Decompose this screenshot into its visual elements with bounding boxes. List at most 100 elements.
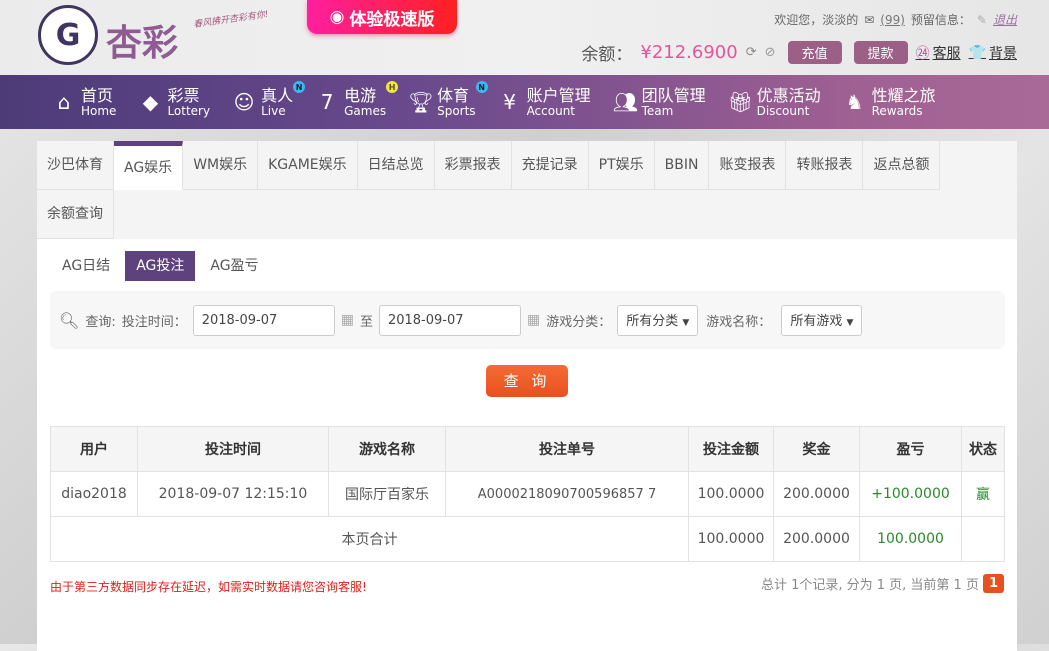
page-1-button[interactable]: 1 [982, 574, 1004, 593]
tab-2[interactable]: WM娱乐 [183, 141, 259, 190]
column-header: 盈亏 [859, 426, 962, 472]
bet-time-label: 投注时间： [121, 314, 187, 330]
header: G 杏彩 春风拂开杏彩有你! ◉ 体验极速版 欢迎您，淡淡的 ✉ (99) 预留信… [0, 0, 1049, 75]
tab-3[interactable]: KGAME娱乐 [258, 141, 358, 190]
total-status [961, 516, 1005, 562]
category-select[interactable]: 所有分类 ▼ [617, 304, 699, 336]
pager-summary: 总计 1个记录, 分为 1 页, 当前第 1 页 [760, 578, 979, 593]
game-value: 所有游戏 [790, 313, 843, 329]
chevron-down-icon: ▼ [682, 317, 690, 328]
category-value: 所有分类 [626, 313, 679, 329]
delay-notice: 由于第三方数据同步存在延迟，如需实时数据请您咨询客服! [50, 580, 367, 594]
nav-sublabel: Account [526, 103, 576, 118]
total-profit: 100.0000 [859, 516, 962, 562]
tab-8[interactable]: BBIN [654, 141, 710, 190]
query-button[interactable]: 查 询 [486, 365, 568, 397]
nav-item-live[interactable]: ☺ 真人 Live N [232, 75, 306, 129]
badge-n: N [475, 81, 488, 93]
nav-label: 优惠活动 [756, 85, 821, 105]
nav-item-games[interactable]: 7 电游 Games H [315, 75, 399, 129]
nav-item-account[interactable]: ¥ 账户管理 Account [498, 75, 591, 129]
nav-item-rewards[interactable]: ♞ 性耀之旅 Rewards [843, 75, 936, 129]
tab-12[interactable]: 余额查询 [37, 190, 114, 239]
total-row: 本页合计 100.0000 200.0000 100.0000 [50, 516, 1005, 562]
tab-9[interactable]: 账变报表 [709, 141, 787, 190]
tab-6[interactable]: 充提记录 [511, 141, 589, 190]
subtab-0[interactable]: AG日结 [51, 251, 121, 281]
balance-label: 余额： [581, 45, 633, 65]
end-date-input[interactable]: 2018-09-07 [378, 304, 521, 336]
search-icon: 🔍︎ [59, 310, 80, 330]
subtab-1[interactable]: AG投注 [125, 251, 196, 281]
tab-5[interactable]: 彩票报表 [434, 141, 512, 190]
welcome-bar: 欢迎您，淡淡的 ✉ (99) 预留信息： ✎ 退出 [774, 11, 1017, 28]
message-count[interactable]: (99) [880, 13, 905, 27]
column-header: 投注金额 [688, 426, 774, 472]
game-select[interactable]: 所有游戏 ▼ [781, 304, 863, 336]
nav-item-sports[interactable]: 🏆︎ 体育 Sports N [408, 75, 488, 129]
column-header: 投注时间 [137, 426, 329, 472]
speed-version-button[interactable]: ◉ 体验极速版 [307, 0, 457, 34]
nav-sublabel: Lottery [167, 103, 211, 118]
filter-bar: 🔍︎ 查询: 投注时间： 2018-09-07 ▦ 至 2018-09-07 ▦… [50, 291, 1005, 349]
nav-label: 真人 [261, 85, 294, 105]
yen-icon: ¥ [503, 90, 516, 114]
game-name-label: 游戏名称： [706, 314, 772, 330]
deposit-button[interactable]: 充值 [787, 41, 842, 64]
rocket-icon: ◉ [329, 7, 345, 27]
headset-24-icon: ㉔ [915, 45, 930, 62]
calendar-icon[interactable]: ▦ [341, 312, 354, 328]
slogan: 春风拂开杏彩有你! [192, 9, 270, 31]
bet-table: 用户 投注时间 游戏名称 投注单号 投注金额 奖金 盈亏 状态 diao2018 2018-09… [50, 426, 1005, 562]
trophy-icon: 🏆︎ [408, 90, 434, 114]
nav-sublabel: Sports [437, 103, 476, 118]
total-prize: 200.0000 [773, 516, 860, 562]
nav-sublabel: Discount [756, 103, 810, 118]
start-date-input[interactable]: 2018-09-07 [192, 304, 335, 336]
content-panel: 沙巴体育 AG娱乐 WM娱乐 KGAME娱乐 日结总览 彩票报表 充提记录 PT娱乐 BBIN 账… [37, 141, 1017, 651]
badge-h: H [386, 81, 399, 93]
nav-item-lottery[interactable]: ◆ 彩票 Lottery [138, 75, 210, 129]
tab-10[interactable]: 转账报表 [786, 141, 864, 190]
column-header: 游戏名称 [328, 426, 446, 472]
nav-label: 账户管理 [526, 85, 591, 105]
tab-11[interactable]: 返点总额 [863, 141, 941, 190]
hide-eye-icon[interactable]: ⊘ [765, 45, 776, 60]
logo-emblem[interactable]: G [38, 5, 98, 65]
table-cell: diao2018 [50, 471, 138, 517]
bet-order-number: A0000218090700596857 7 [445, 471, 689, 517]
balance-value: ¥212.6900 [640, 42, 738, 63]
nav-sublabel: Games [344, 103, 387, 118]
query-label: 查询: [85, 314, 116, 330]
service-link[interactable]: ㉔客服 [916, 43, 961, 63]
column-header: 状态 [961, 426, 1005, 472]
shirt-icon: 👕 [968, 44, 986, 61]
table-cell: 2018-09-07 12:15:10 [137, 471, 329, 517]
balance-row: 余额： ¥212.6900 ⟳ ⊘ 充值 提款 ㉔客服 👕 背景 [581, 40, 1017, 65]
withdraw-button[interactable]: 提款 [853, 41, 908, 64]
refresh-icon[interactable]: ⟳ [746, 45, 757, 60]
total-bet: 100.0000 [688, 516, 774, 562]
logout-link[interactable]: 退出 [993, 11, 1017, 28]
mail-icon[interactable]: ✉ [864, 13, 874, 27]
nav-label: 性耀之旅 [871, 85, 936, 105]
total-label: 本页合计 [50, 516, 689, 562]
pagination: 总计 1个记录, 分为 1 页, 当前第 1 页 1 [761, 574, 1004, 593]
team-icon: 👥︎ [612, 90, 638, 114]
subtab-2[interactable]: AG盈亏 [199, 251, 269, 281]
nav-item-home[interactable]: ⌂ 首页 Home [52, 75, 117, 129]
background-link[interactable]: 👕 背景 [969, 43, 1017, 63]
tab-7[interactable]: PT娱乐 [588, 141, 655, 190]
tab-4[interactable]: 日结总览 [357, 141, 435, 190]
nav-label: 团队管理 [641, 85, 706, 105]
service-label: 客服 [932, 45, 961, 62]
calendar-icon[interactable]: ▦ [527, 312, 540, 328]
nav-label: 电游 [344, 85, 377, 105]
nav-item-discount[interactable]: 🎁︎ 优惠活动 Discount [728, 75, 821, 129]
tab-1[interactable]: AG娱乐 [114, 141, 184, 190]
report-tabs: 沙巴体育 AG娱乐 WM娱乐 KGAME娱乐 日结总览 彩票报表 充提记录 PT娱乐 BBIN 账… [37, 141, 1017, 239]
nav-item-team[interactable]: 👥︎ 团队管理 Team [613, 75, 706, 129]
nav-sublabel: Rewards [871, 103, 923, 118]
tab-0[interactable]: 沙巴体育 [37, 141, 114, 190]
edit-icon[interactable]: ✎ [977, 13, 987, 27]
